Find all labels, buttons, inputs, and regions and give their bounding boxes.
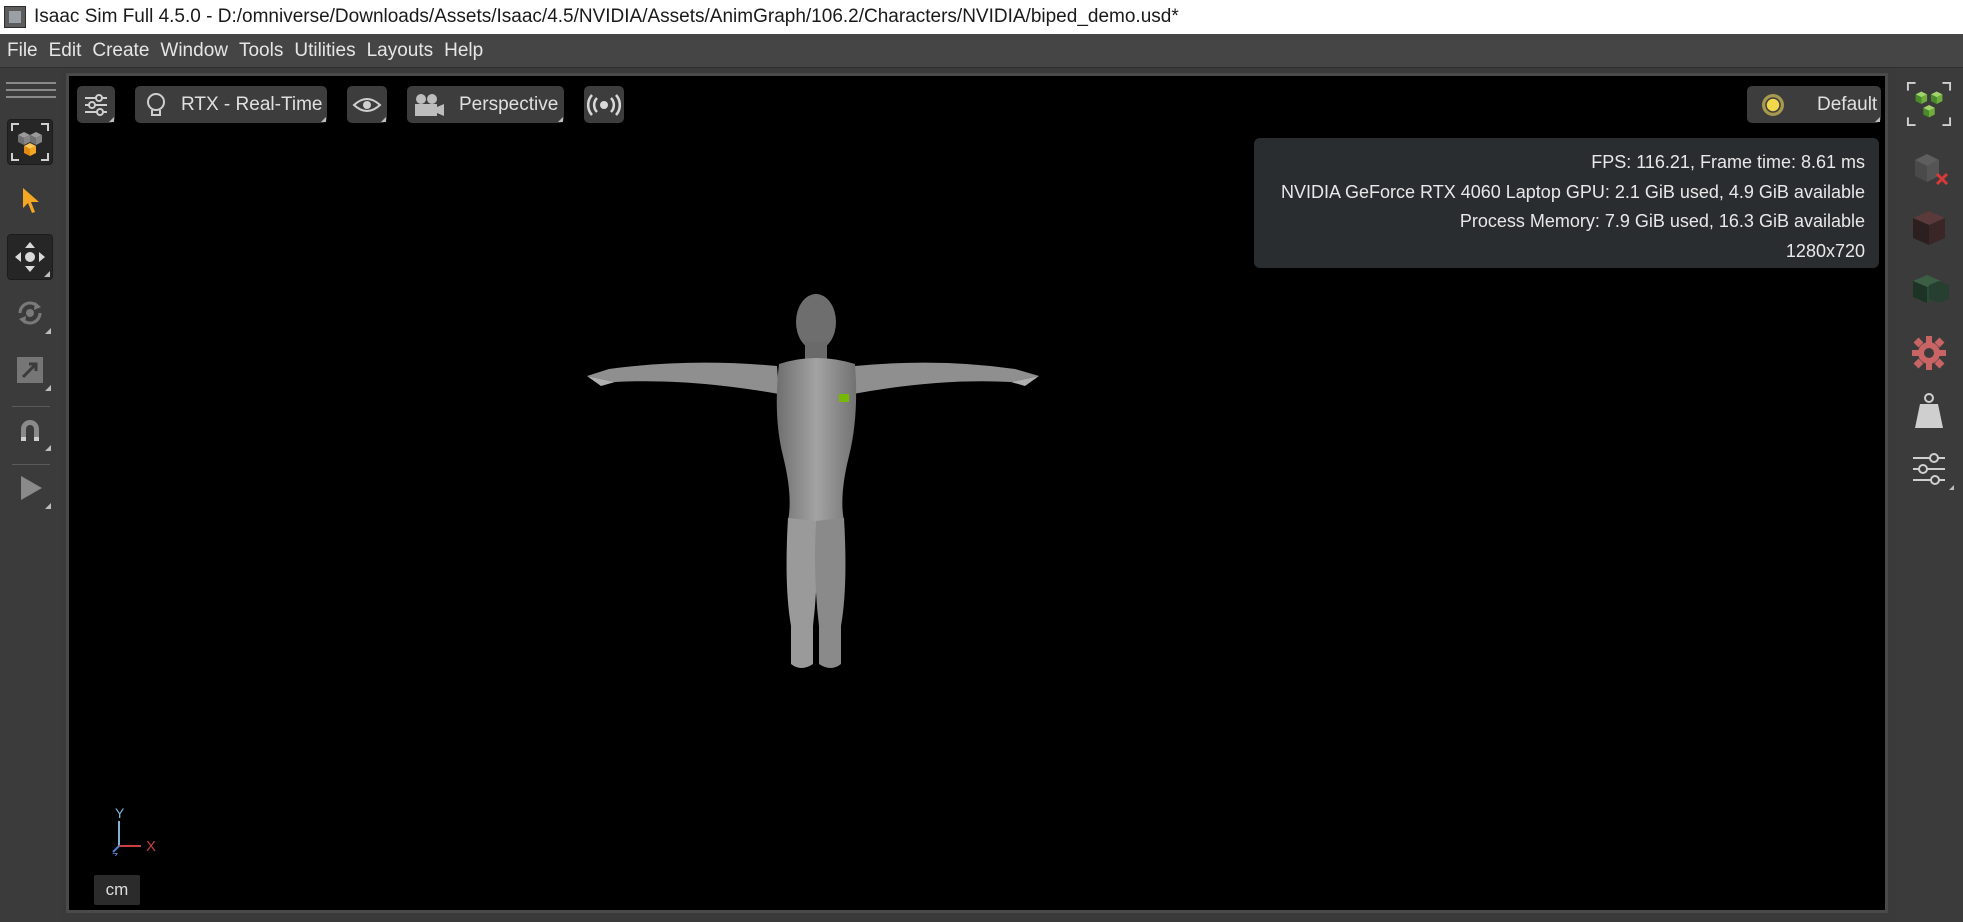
isaac-sim-app-icon (4, 6, 26, 28)
selection-mode-button[interactable] (7, 119, 53, 165)
nvidia-chest-logo (839, 394, 849, 402)
menu-file[interactable]: File (0, 40, 43, 62)
weight-icon (1915, 393, 1943, 428)
menu-utilities[interactable]: Utilities (288, 40, 360, 62)
camera-label: Perspective (459, 93, 559, 115)
menu-create[interactable]: Create (86, 40, 154, 62)
fps-stat: FPS: 116.21, Frame time: 8.61 ms (1591, 152, 1865, 172)
scale-icon (17, 357, 43, 383)
memory-stat: Process Memory: 7.9 GiB used, 16.3 GiB a… (1459, 211, 1865, 231)
move-arrows-icon (15, 242, 45, 272)
lighting-label: Default (1817, 93, 1878, 115)
gear-icon (1912, 336, 1946, 370)
select-tool-button[interactable] (7, 177, 53, 223)
play-button[interactable] (7, 465, 53, 511)
axis-z-label: Z (112, 852, 118, 856)
renderer-label: RTX - Real-Time (181, 93, 323, 115)
hide-unselected-button[interactable] (1906, 147, 1952, 193)
menu-layouts[interactable]: Layouts (361, 40, 439, 62)
right-toolbar (1895, 68, 1963, 922)
camera-button[interactable]: Perspective (407, 86, 564, 123)
lightbulb-icon (147, 92, 165, 116)
magnet-icon (21, 420, 39, 441)
visibility-button[interactable] (347, 86, 387, 123)
dark-cube-icon (1913, 211, 1945, 245)
stack-cubes-button[interactable] (1906, 264, 1952, 310)
broadcast-icon (587, 93, 621, 116)
renderer-mode-button[interactable]: RTX - Real-Time (135, 86, 327, 123)
dark-cube-button[interactable] (1906, 205, 1952, 251)
cube-select-icon (11, 123, 49, 161)
window-titlebar: Isaac Sim Full 4.5.0 - D:/omniverse/Down… (0, 0, 1963, 34)
stage-selection-button[interactable] (1906, 81, 1952, 127)
viewport-settings-button[interactable] (77, 86, 115, 123)
move-tool-button[interactable] (7, 234, 53, 280)
axis-y-label: Y (115, 805, 125, 821)
biped-character-mesh[interactable] (569, 286, 1049, 676)
left-toolbar (0, 68, 62, 922)
lighting-button[interactable]: Default (1747, 86, 1881, 123)
axis-x-label: X (146, 838, 156, 855)
menu-edit[interactable]: Edit (43, 40, 87, 62)
stream-button[interactable] (584, 86, 624, 123)
window-title: Isaac Sim Full 4.5.0 - D:/omniverse/Down… (34, 6, 1179, 27)
sliders-icon (85, 93, 107, 116)
sliders-icon (1913, 453, 1945, 485)
cube-x-icon (1915, 154, 1949, 186)
menu-window[interactable]: Window (154, 40, 233, 62)
eye-icon (352, 97, 382, 112)
green-cubes-icon (1913, 275, 1949, 303)
rotate-tool-button[interactable] (7, 290, 53, 336)
settings-button[interactable] (1906, 330, 1952, 376)
unit-label[interactable]: cm (94, 875, 140, 905)
menu-bar: File Edit Create Window Tools Utilities … (0, 34, 1963, 68)
arrow-pointer-icon (23, 188, 39, 213)
play-icon (21, 476, 42, 500)
camera-icon (415, 93, 444, 116)
sun-icon (1762, 93, 1784, 116)
menu-help[interactable]: Help (438, 40, 488, 62)
rotate-icon (18, 301, 42, 325)
menu-tools[interactable]: Tools (233, 40, 288, 62)
axis-gizmo: Y X Z (112, 805, 156, 856)
scale-tool-button[interactable] (7, 347, 53, 393)
cubes-select-icon (1906, 81, 1952, 127)
stats-overlay: FPS: 116.21, Frame time: 8.61 ms NVIDIA … (1254, 138, 1879, 268)
gpu-stat: NVIDIA GeForce RTX 4060 Laptop GPU: 2.1 … (1281, 181, 1865, 202)
resolution-stat: 1280x720 (1785, 240, 1865, 261)
mass-button[interactable] (1906, 388, 1952, 434)
viewport[interactable]: RTX - Real-Time Perspective Default FPS:… (66, 73, 1888, 913)
properties-button[interactable] (1906, 446, 1954, 492)
snap-tool-button[interactable] (7, 407, 53, 453)
toolbar-grip[interactable] (6, 82, 56, 104)
